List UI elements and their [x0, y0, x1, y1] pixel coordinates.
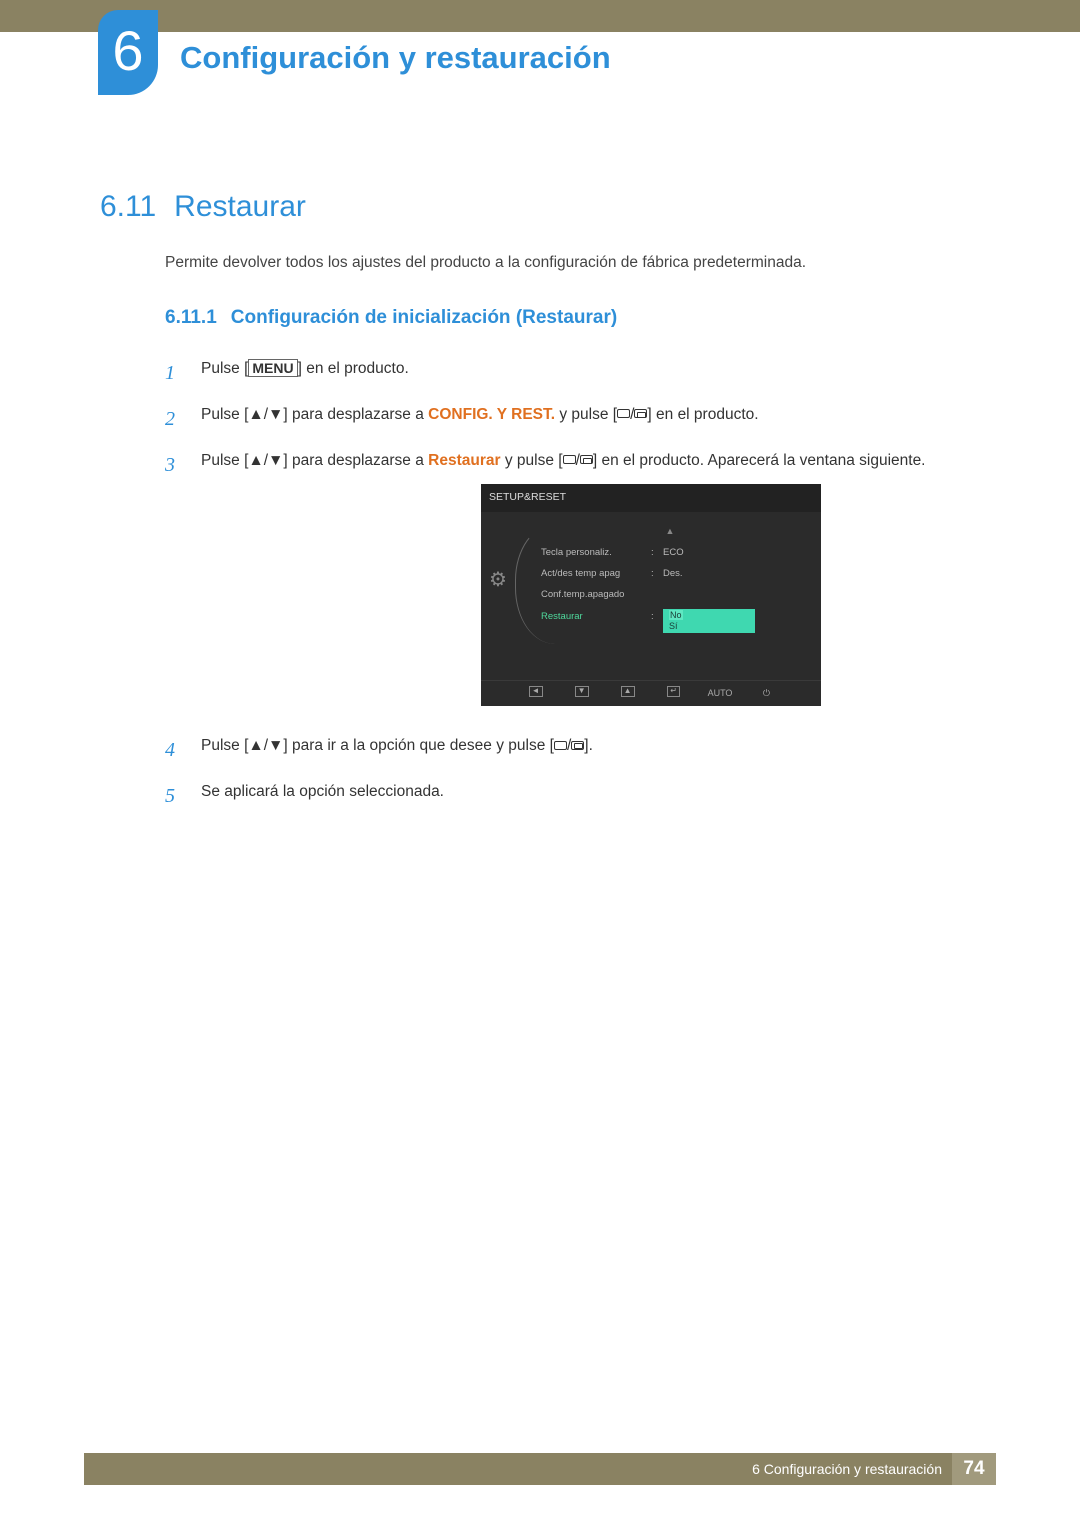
steps-list: 1 Pulse [MENU] en el producto. 2 Pulse […	[165, 357, 980, 812]
footer-band: 6 Configuración y restauración 74	[84, 1453, 996, 1485]
text: Pulse [	[201, 452, 248, 469]
osd-value	[663, 587, 723, 602]
subsection-title: Configuración de inicialización (Restaur…	[231, 307, 617, 329]
page-content: 6.11 Restaurar Permite devolver todos lo…	[100, 190, 980, 826]
step-5: 5 Se aplicará la opción seleccionada.	[165, 780, 980, 812]
text: ] para desplazarse a	[283, 452, 428, 469]
osd-body: ▲ ⚙ Tecla personaliz. : ECO Act/des temp…	[481, 512, 821, 676]
highlight-config-y-rest: CONFIG. Y REST.	[428, 406, 555, 423]
text: Pulse [	[201, 406, 248, 423]
enter-icon	[580, 455, 593, 464]
gear-icon: ⚙	[489, 564, 511, 586]
section-intro-text: Permite devolver todos los ajustes del p…	[165, 254, 980, 272]
menu-button-label: MENU	[248, 359, 297, 377]
footer-page-number: 74	[952, 1453, 996, 1485]
colon: :	[651, 545, 663, 560]
up-down-arrows-icon: ▲/▼	[248, 737, 283, 754]
osd-btn-power: ⏻	[754, 686, 778, 700]
osd-title: SETUP&RESET	[481, 484, 821, 512]
footer-chapter-text: 6 Configuración y restauración	[752, 1461, 952, 1477]
osd-value: ECO	[663, 545, 723, 560]
step-number: 1	[165, 357, 183, 389]
text: ] en el producto.	[647, 406, 758, 423]
osd-row: Conf.temp.apagado	[525, 584, 815, 605]
osd-row: Act/des temp apag : Des.	[525, 563, 815, 584]
subsection-number: 6.11.1	[165, 307, 217, 329]
osd-arc-decoration	[515, 524, 555, 644]
up-down-arrows-icon: ▲/▼	[248, 452, 283, 469]
text: ] en el producto.	[298, 360, 409, 377]
osd-popup-no: No	[669, 610, 683, 620]
text: ] para desplazarse a	[283, 406, 428, 423]
section-number: 6.11	[100, 190, 156, 224]
colon	[651, 587, 663, 602]
step-number: 5	[165, 780, 183, 812]
source-icon	[617, 409, 630, 418]
osd-label: Restaurar	[541, 609, 651, 634]
step-2: 2 Pulse [▲/▼] para desplazarse a CONFIG.…	[165, 403, 980, 435]
osd-row-selected: Restaurar : No Sí	[525, 606, 815, 637]
osd-scroll-up-icon: ▲	[525, 524, 815, 538]
highlight-restaurar: Restaurar	[428, 452, 500, 469]
osd-popup-si: Sí	[669, 621, 678, 631]
osd-btn-enter: ↵	[662, 686, 686, 700]
step-text: Pulse [MENU] en el producto.	[201, 357, 980, 389]
section-heading: 6.11 Restaurar	[100, 190, 980, 224]
step-text: Pulse [▲/▼] para desplazarse a CONFIG. Y…	[201, 403, 980, 435]
chapter-title: Configuración y restauración	[180, 40, 611, 76]
up-down-arrows-icon: ▲/▼	[248, 406, 283, 423]
osd-label: Conf.temp.apagado	[541, 587, 651, 602]
osd-popup: No Sí	[663, 609, 755, 634]
osd-label: Act/des temp apag	[541, 566, 651, 581]
text: Pulse [	[201, 737, 248, 754]
osd-label: Tecla personaliz.	[541, 545, 651, 560]
osd-btn-auto: AUTO	[708, 686, 733, 700]
colon: :	[651, 609, 663, 634]
subsection-heading: 6.11.1 Configuración de inicialización (…	[165, 307, 980, 329]
osd-btn-down: ▼	[570, 686, 594, 700]
text: ].	[584, 737, 593, 754]
source-icon	[563, 455, 576, 464]
step-text: Se aplicará la opción seleccionada.	[201, 780, 980, 812]
section-title: Restaurar	[174, 190, 306, 224]
step-number: 4	[165, 734, 183, 766]
osd-btn-up: ▲	[616, 686, 640, 700]
down-icon: ▼	[575, 686, 589, 697]
step-text: Pulse [▲/▼] para ir a la opción que dese…	[201, 734, 980, 766]
power-icon: ⏻	[763, 686, 770, 700]
enter-icon	[571, 741, 584, 750]
step-1: 1 Pulse [MENU] en el producto.	[165, 357, 980, 389]
text: ] para ir a la opción que desee y pulse …	[283, 737, 554, 754]
auto-label: AUTO	[708, 686, 733, 700]
osd-button-bar: ◄ ▼ ▲ ↵ AUTO ⏻	[481, 680, 821, 703]
step-number: 3	[165, 449, 183, 720]
colon: :	[651, 566, 663, 581]
text: ] en el producto. Aparecerá la ventana s…	[593, 452, 926, 469]
osd-value: Des.	[663, 566, 723, 581]
header-band	[0, 0, 1080, 32]
chapter-number-tab: 6	[98, 10, 158, 95]
step-4: 4 Pulse [▲/▼] para ir a la opción que de…	[165, 734, 980, 766]
left-icon: ◄	[529, 686, 543, 697]
source-icon	[554, 741, 567, 750]
enter-icon	[634, 409, 647, 418]
text: Pulse [	[201, 360, 248, 377]
osd-btn-left: ◄	[524, 686, 548, 700]
text: y pulse [	[555, 406, 617, 423]
step-3: 3 Pulse [▲/▼] para desplazarse a Restaur…	[165, 449, 980, 720]
up-icon: ▲	[621, 686, 635, 697]
step-number: 2	[165, 403, 183, 435]
step-text: Pulse [▲/▼] para desplazarse a Restaurar…	[201, 449, 980, 720]
osd-screenshot: SETUP&RESET ▲ ⚙ Tecla personaliz. : ECO …	[481, 484, 821, 707]
text: y pulse [	[501, 452, 563, 469]
osd-row: Tecla personaliz. : ECO	[525, 542, 815, 563]
enter-icon-small: ↵	[667, 686, 680, 697]
